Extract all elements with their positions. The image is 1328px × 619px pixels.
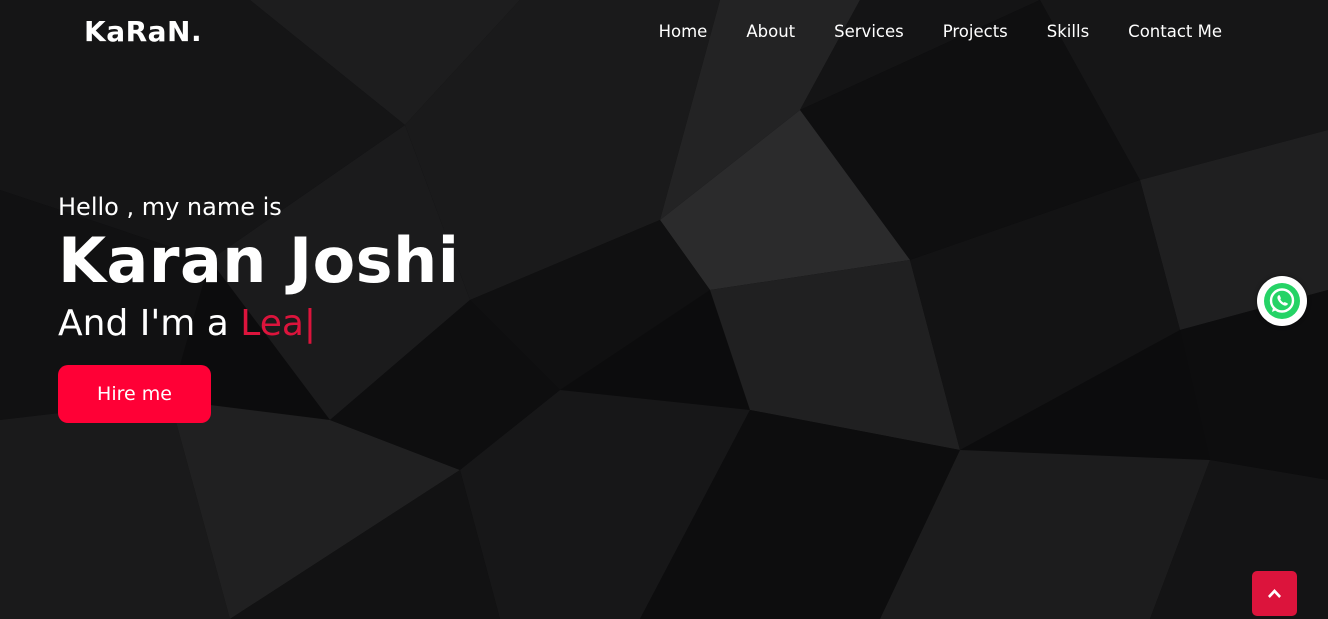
chevron-up-icon xyxy=(1268,589,1281,598)
whatsapp-button[interactable] xyxy=(1257,276,1307,326)
role-typed-text: Lea xyxy=(240,303,304,344)
nav-link-contact[interactable]: Contact Me xyxy=(1128,20,1222,44)
navbar: KaRaN. Home About Services Projects Skil… xyxy=(0,0,1328,64)
role-prefix: And I'm a xyxy=(58,303,241,344)
scroll-top-button[interactable] xyxy=(1252,571,1297,616)
typing-cursor: | xyxy=(303,303,317,344)
logo[interactable]: KaRaN. xyxy=(84,14,202,50)
nav-menu: Home About Services Projects Skills Cont… xyxy=(659,20,1222,44)
nav-link-services[interactable]: Services xyxy=(834,20,904,44)
hero-greeting: Hello , my name is xyxy=(58,193,282,221)
nav-link-home[interactable]: Home xyxy=(659,20,708,44)
whatsapp-icon xyxy=(1264,283,1300,319)
hire-me-button[interactable]: Hire me xyxy=(58,365,211,423)
nav-link-skills[interactable]: Skills xyxy=(1047,20,1089,44)
hero-section: Hello , my name is Karan Joshi And I'm a… xyxy=(58,192,459,423)
hero-name: Karan Joshi xyxy=(58,224,460,297)
hero-role: And I'm a Lea| xyxy=(58,302,459,346)
nav-link-about[interactable]: About xyxy=(746,20,795,44)
nav-link-projects[interactable]: Projects xyxy=(943,20,1008,44)
page: KaRaN. Home About Services Projects Skil… xyxy=(0,0,1328,619)
